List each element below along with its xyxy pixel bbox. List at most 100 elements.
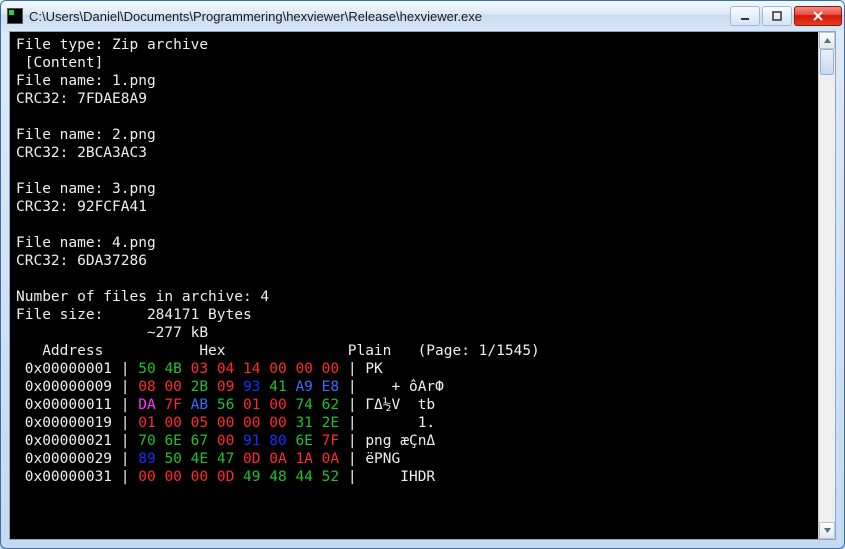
hex-byte: 41: [269, 379, 295, 395]
hex-byte: 14: [243, 361, 269, 377]
hex-byte: 62: [322, 397, 339, 413]
hex-byte: 08: [138, 379, 164, 395]
plain-text-cell: + ôArФ: [365, 379, 444, 395]
plain-text-cell: PK: [365, 361, 382, 377]
console-line: [16, 270, 812, 288]
hex-byte: 03: [191, 361, 217, 377]
hex-byte: 04: [217, 361, 243, 377]
console-line: [Content]: [16, 54, 812, 72]
console-line: CRC32: 7FDAE8A9: [16, 90, 812, 108]
hex-byte: 31: [295, 415, 321, 431]
hex-row: 0x00000009 | 08 00 2B 09 93 41 A9 E8 | +…: [16, 378, 812, 396]
address-cell: 0x00000029: [16, 451, 121, 467]
separator: |: [121, 361, 138, 377]
separator: |: [121, 397, 138, 413]
hex-byte: 0A: [269, 451, 295, 467]
hex-row: 0x00000021 | 70 6E 67 00 91 80 6E 7F | p…: [16, 432, 812, 450]
separator: |: [121, 379, 138, 395]
separator: |: [339, 397, 365, 413]
plain-text-cell: ΓΔ½V tb: [365, 397, 435, 413]
hex-byte: 05: [191, 415, 217, 431]
hex-byte: 52: [322, 469, 339, 485]
console-line: CRC32: 92FCFA41: [16, 198, 812, 216]
hex-byte: A9: [295, 379, 321, 395]
hex-byte: 2E: [322, 415, 339, 431]
hex-byte: 0D: [243, 451, 269, 467]
hex-byte: 00: [322, 361, 339, 377]
hex-byte: 7F: [164, 397, 190, 413]
hex-byte: 48: [269, 469, 295, 485]
address-cell: 0x00000009: [16, 379, 121, 395]
console-line: File name: 4.png: [16, 234, 812, 252]
console-line: File type: Zip archive: [16, 36, 812, 54]
client-area: File type: Zip archive [Content] File nam…: [9, 31, 836, 540]
hex-byte: 0D: [217, 469, 243, 485]
hex-byte: 00: [164, 469, 190, 485]
address-cell: 0x00000001: [16, 361, 121, 377]
hex-byte: 2B: [191, 379, 217, 395]
vertical-scrollbar[interactable]: [818, 32, 835, 539]
address-cell: 0x00000021: [16, 433, 121, 449]
hex-byte: 56: [217, 397, 243, 413]
console-line: Number of files in archive: 4: [16, 288, 812, 306]
hex-byte: 74: [295, 397, 321, 413]
console-line: ~277 kB: [16, 324, 812, 342]
separator: |: [339, 433, 365, 449]
hex-byte: 4B: [164, 361, 190, 377]
separator: |: [121, 451, 138, 467]
separator: |: [121, 433, 138, 449]
hex-byte: 49: [243, 469, 269, 485]
scrollbar-thumb[interactable]: [820, 49, 834, 75]
hex-row: 0x00000019 | 01 00 05 00 00 00 31 2E | 1…: [16, 414, 812, 432]
hex-byte: 91: [243, 433, 269, 449]
hex-byte: 00: [217, 433, 243, 449]
scroll-up-button[interactable]: [819, 32, 835, 49]
hex-byte: 00: [191, 469, 217, 485]
hex-byte: 7F: [322, 433, 339, 449]
hex-byte: DA: [138, 397, 164, 413]
separator: |: [339, 451, 365, 467]
window-title: C:\Users\Daniel\Documents\Programmering\…: [29, 9, 728, 24]
separator: |: [121, 415, 138, 431]
console-line: [16, 162, 812, 180]
hex-byte: 50: [164, 451, 190, 467]
minimize-button[interactable]: [730, 6, 760, 26]
hex-byte: E8: [322, 379, 339, 395]
hex-byte: 89: [138, 451, 164, 467]
scrollbar-track[interactable]: [819, 49, 835, 522]
hex-byte: 01: [243, 397, 269, 413]
separator: |: [339, 415, 365, 431]
hex-byte: AB: [191, 397, 217, 413]
close-button[interactable]: [794, 6, 842, 26]
hex-byte: 00: [243, 415, 269, 431]
hex-byte: 6E: [295, 433, 321, 449]
separator: |: [339, 379, 365, 395]
hex-row: 0x00000031 | 00 00 00 0D 49 48 44 52 | I…: [16, 468, 812, 486]
hex-byte: 00: [269, 415, 295, 431]
hex-byte: 00: [295, 361, 321, 377]
hex-byte: 00: [269, 397, 295, 413]
hex-byte: 0A: [322, 451, 339, 467]
titlebar: C:\Users\Daniel\Documents\Programmering\…: [1, 1, 844, 31]
separator: |: [339, 469, 365, 485]
scroll-down-button[interactable]: [819, 522, 835, 539]
hex-row: 0x00000029 | 89 50 4E 47 0D 0A 1A 0A | ë…: [16, 450, 812, 468]
hex-byte: 00: [164, 415, 190, 431]
plain-text-cell: IHDR: [365, 469, 435, 485]
hex-byte: 47: [217, 451, 243, 467]
hex-byte: 1A: [295, 451, 321, 467]
hex-byte: 50: [138, 361, 164, 377]
plain-text-cell: png æÇnΔ: [365, 433, 435, 449]
separator: |: [121, 469, 138, 485]
maximize-button[interactable]: [762, 6, 792, 26]
app-icon: [7, 8, 23, 24]
console-line: CRC32: 2BCA3AC3: [16, 144, 812, 162]
hex-byte: 67: [191, 433, 217, 449]
address-cell: 0x00000031: [16, 469, 121, 485]
hex-byte: 00: [164, 379, 190, 395]
console-line: File size: 284171 Bytes: [16, 306, 812, 324]
hex-byte: 93: [243, 379, 269, 395]
hex-byte: 00: [269, 361, 295, 377]
address-cell: 0x00000011: [16, 397, 121, 413]
plain-text-cell: 1.: [365, 415, 435, 431]
